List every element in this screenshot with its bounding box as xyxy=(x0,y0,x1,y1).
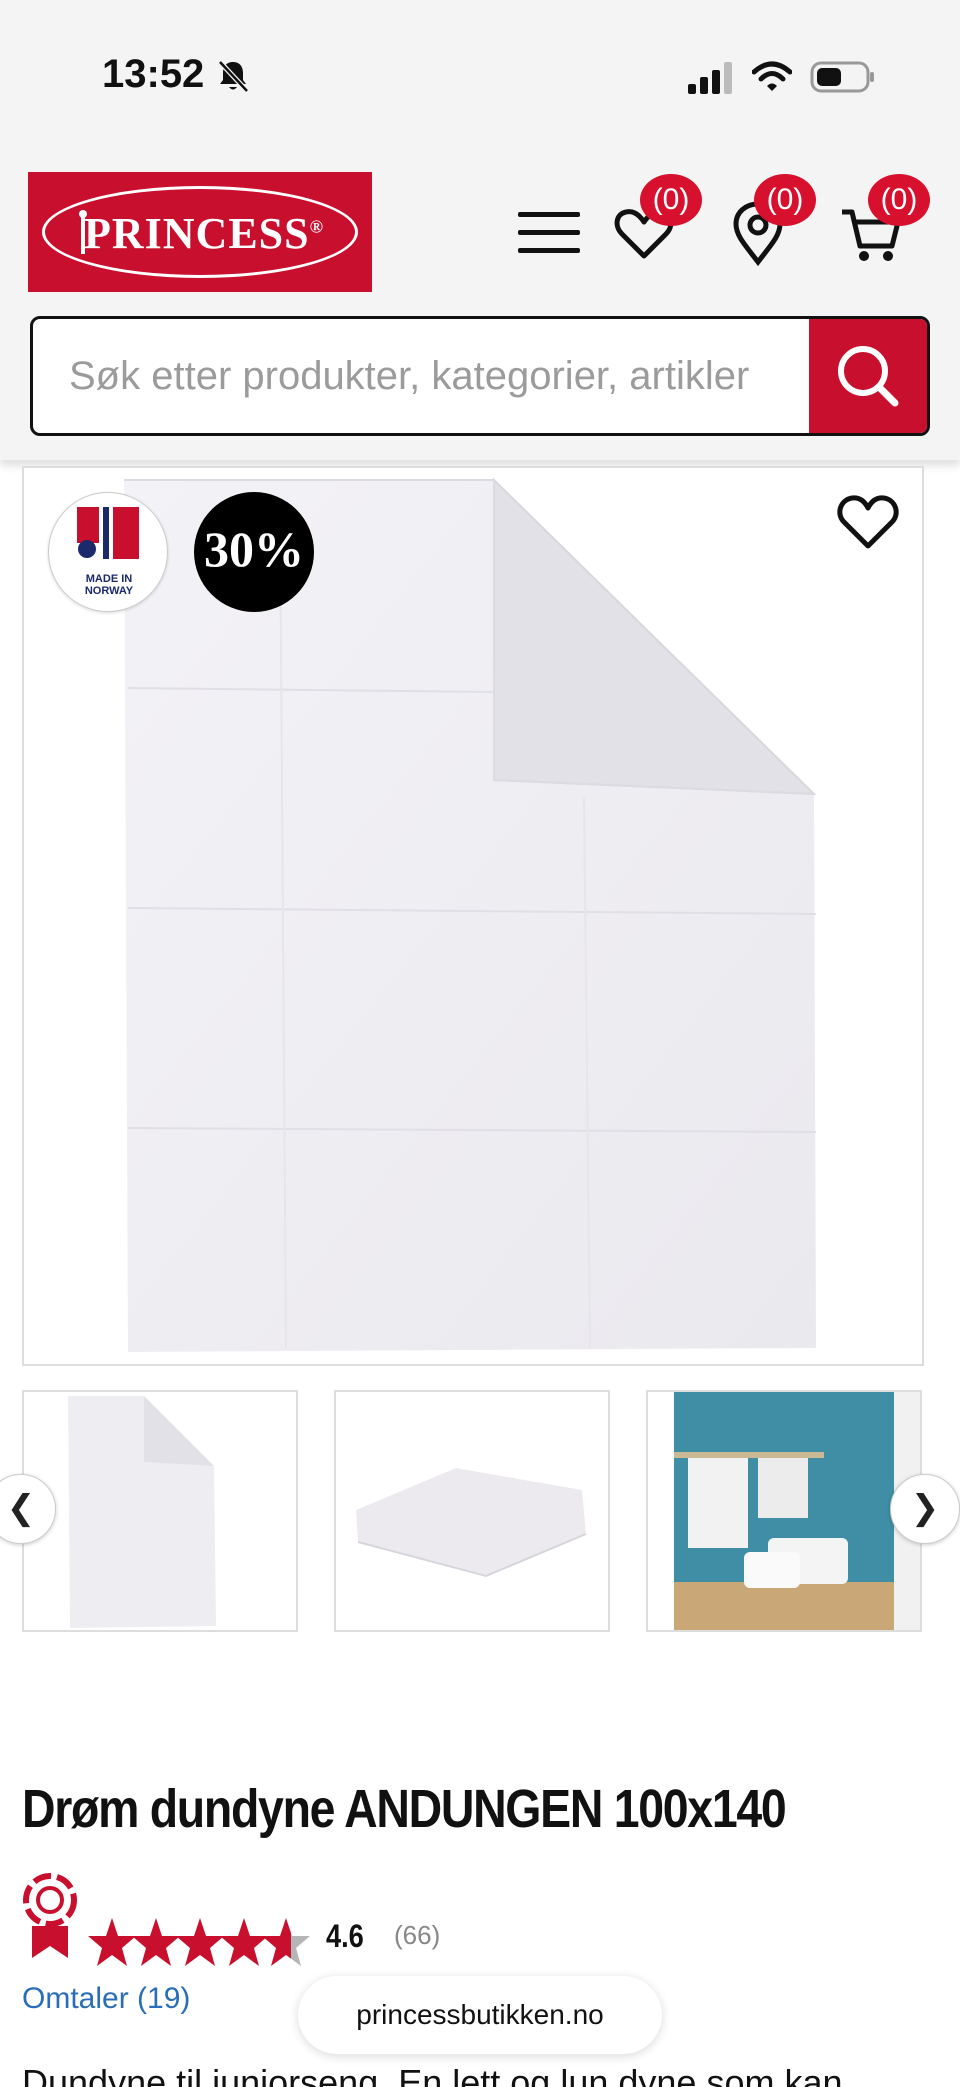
search-icon xyxy=(838,346,899,407)
star-icon xyxy=(88,1918,310,1966)
room-scene-thumbnail xyxy=(674,1392,920,1630)
rating-stars xyxy=(88,1918,310,1966)
wishlist-count-badge: (0) xyxy=(640,174,702,226)
status-bar: 13:52 xyxy=(0,0,960,150)
product-description: Dundyne til juniorseng. En lett og lun d… xyxy=(22,2062,843,2087)
reviews-rosette-icon xyxy=(23,1873,77,1958)
main-product-image[interactable]: MADE IN NORWAY 30% xyxy=(22,466,924,1366)
thumbnail-3[interactable] xyxy=(646,1390,922,1632)
norway-flag-logo-icon xyxy=(77,507,139,559)
thumbnail-1[interactable] xyxy=(22,1390,298,1632)
princess-logo[interactable]: PRINCESS® xyxy=(28,172,372,292)
discount-text: 30% xyxy=(204,521,304,577)
site-header: PRINCESS® (0) (0) (0) xyxy=(0,150,960,460)
product-title: Drøm dundyne ANDUNGEN 100x140 xyxy=(22,1779,787,1839)
status-time: 13:52 xyxy=(102,52,205,96)
made-in-norway-text: MADE IN NORWAY xyxy=(84,573,134,597)
wifi-icon xyxy=(752,61,792,91)
thumbnail-2[interactable] xyxy=(334,1390,610,1632)
search-button[interactable] xyxy=(809,319,927,433)
heart-icon xyxy=(837,495,899,549)
thumbnail-carousel: ❮ ❯ xyxy=(0,1390,960,1634)
menu-button[interactable] xyxy=(518,210,580,254)
browser-url-pill[interactable]: princessbutikken.no xyxy=(298,1976,662,2054)
add-to-favorites-button[interactable] xyxy=(836,492,900,552)
made-in-norway-badge: MADE IN NORWAY xyxy=(48,492,168,612)
discount-badge: 30% xyxy=(194,492,314,612)
cart-count-badge: (0) xyxy=(868,174,930,226)
battery-icon xyxy=(810,61,874,93)
rating-count: (66) xyxy=(394,1920,441,1950)
rating-value: 4.6 xyxy=(326,1918,364,1954)
signal-icon xyxy=(688,62,732,94)
stores-count-badge: (0) xyxy=(754,174,816,226)
search-input[interactable] xyxy=(33,319,813,433)
reviews-link[interactable]: Omtaler (19) xyxy=(22,1982,190,2016)
duvet-folded-thumbnail xyxy=(356,1468,587,1578)
duvet-image xyxy=(124,477,817,1352)
bell-muted-icon xyxy=(218,60,249,93)
product-page: 13:52 PRINCESS® (0) (0) (0) Søk etter pr… xyxy=(0,0,960,2087)
logo-text: PRINCESS® xyxy=(84,209,325,258)
thumbnail-next-arrow[interactable]: ❯ xyxy=(890,1474,960,1544)
duvet-flat-thumbnail xyxy=(68,1396,216,1628)
search-bar xyxy=(30,316,930,436)
